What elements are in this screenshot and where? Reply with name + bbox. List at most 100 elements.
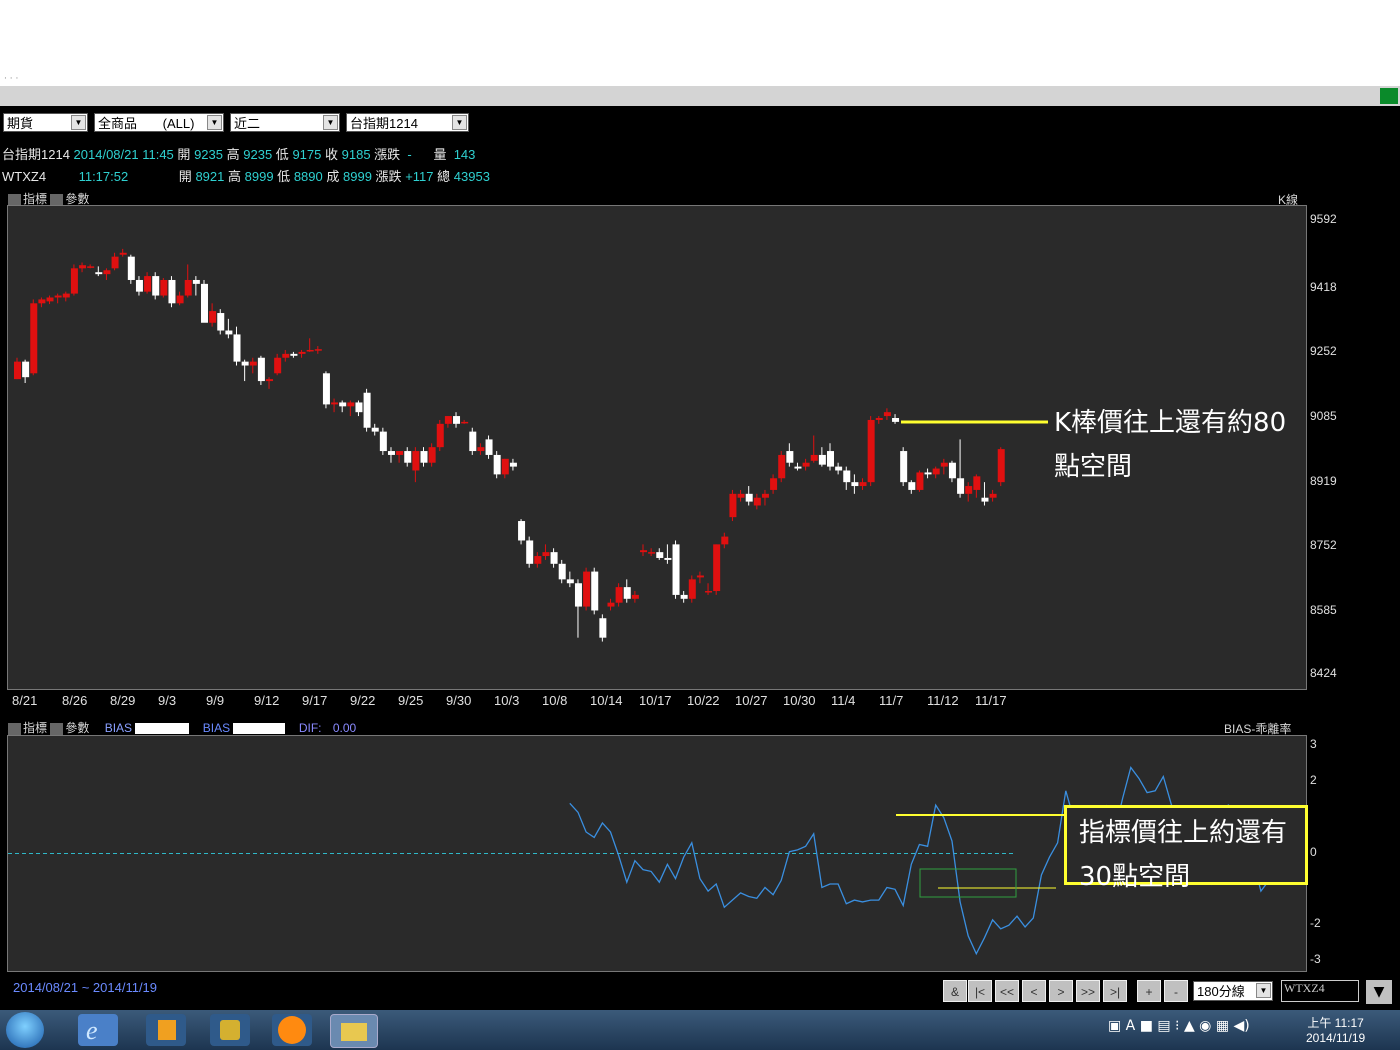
candle-body — [705, 591, 713, 593]
candle-body — [322, 373, 330, 405]
candle-body — [737, 493, 745, 498]
chevron-down-icon[interactable]: ▼ — [323, 115, 338, 130]
titlebar-dots: · · · — [4, 74, 19, 84]
chevron-down-icon[interactable]: ▼ — [71, 115, 86, 130]
quote-row-2: WTXZ4 11:17:52 開 8921 高 8999 低 8890 成 89… — [2, 169, 490, 184]
chevron-down-icon[interactable]: ▼ — [1256, 983, 1271, 998]
chevron-down-icon[interactable]: ▼ — [452, 115, 467, 130]
candle-body — [851, 482, 859, 487]
candle-body — [867, 419, 875, 483]
dif-value: 0.00 — [332, 721, 357, 735]
tray-icons[interactable]: ▣ A ■ ▤ ⁝ ▲ ◉ ▦ ◀) — [1108, 1018, 1250, 1034]
param-button[interactable]: 參數 — [65, 192, 89, 206]
x-tick-label: 11/4 — [831, 693, 856, 708]
indicator-button[interactable]: 指標 — [23, 192, 47, 206]
dropdown-arrow-button[interactable]: ▼ — [1366, 980, 1392, 1004]
clock[interactable]: 上午 11:17 2014/11/19 — [1306, 1014, 1365, 1045]
nav-button[interactable]: - — [1164, 980, 1188, 1002]
candle-body — [534, 556, 542, 564]
interval-select[interactable]: 180分線 ▼ — [1193, 981, 1273, 1001]
candle-body — [989, 493, 997, 498]
candle-body — [233, 334, 241, 362]
candle-body — [46, 297, 54, 302]
x-tick-label: 10/14 — [590, 693, 623, 708]
x-tick-label: 10/27 — [735, 693, 768, 708]
candle-body — [387, 451, 395, 455]
nav-button[interactable]: >| — [1103, 980, 1127, 1002]
nav-button[interactable]: << — [995, 980, 1019, 1002]
candle-body — [160, 279, 168, 296]
candle-body — [469, 431, 477, 452]
candle-body — [509, 462, 517, 467]
candle-body — [461, 421, 469, 424]
candle-body — [209, 311, 217, 323]
candle-body — [957, 478, 965, 494]
candle-body — [306, 349, 314, 352]
period-select[interactable]: 近二 ▼ — [230, 113, 340, 132]
x-tick-label: 9/17 — [302, 693, 328, 708]
nav-button[interactable]: |< — [968, 980, 992, 1002]
symbol-select[interactable]: 台指期1214 ▼ — [346, 113, 469, 132]
candle-body — [62, 293, 70, 298]
candle-body — [14, 361, 21, 380]
candle-body — [290, 353, 298, 356]
browser-icon[interactable] — [272, 1014, 312, 1046]
start-button-icon[interactable] — [6, 1012, 44, 1048]
param-button[interactable]: 參數 — [65, 721, 89, 735]
bias2-label: BIAS — [202, 721, 231, 735]
candle-body — [574, 583, 582, 607]
bias-annotation-line1: 指標價往上約還有 — [1079, 818, 1288, 848]
nav-button[interactable]: + — [1137, 980, 1161, 1002]
nav-button[interactable]: >> — [1076, 980, 1100, 1002]
candle-body — [444, 416, 452, 424]
candle-body — [152, 276, 160, 296]
indicator-button[interactable]: 指標 — [23, 721, 47, 735]
candle-body — [241, 361, 249, 366]
k-annotation-line2: 點空間 — [1054, 452, 1133, 482]
candle-body — [802, 462, 810, 467]
candle-body — [436, 423, 444, 448]
y-tick-label: 9592 — [1310, 211, 1337, 226]
candle-body — [54, 295, 62, 298]
candle-body — [591, 571, 599, 611]
bias-highlight-box — [919, 868, 1017, 898]
candle-body — [127, 256, 135, 280]
candle-body — [144, 276, 152, 292]
x-tick-label: 9/22 — [350, 693, 376, 708]
market-select[interactable]: 期貨 ▼ — [3, 113, 88, 132]
indicator-icon[interactable] — [8, 722, 21, 735]
candle-body — [753, 497, 761, 506]
bias2-swatch — [233, 723, 286, 735]
media-player-icon[interactable] — [146, 1014, 186, 1046]
product-select[interactable]: 全商品 (ALL) ▼ — [94, 113, 224, 132]
chevron-down-icon[interactable]: ▼ — [207, 115, 222, 130]
candle-body — [542, 552, 550, 557]
candle-body — [176, 295, 184, 304]
y-tick-label: 8919 — [1310, 473, 1337, 488]
candle-body — [30, 303, 38, 374]
app-icon[interactable] — [210, 1014, 250, 1046]
candle-body — [339, 402, 347, 407]
nav-button[interactable]: < — [1022, 980, 1046, 1002]
ie-icon[interactable]: e — [78, 1014, 118, 1046]
candle-body — [794, 466, 802, 469]
date-range: 2014/08/21 ~ 2014/11/19 — [13, 980, 158, 995]
nav-button[interactable]: & — [943, 980, 967, 1002]
candle-body — [485, 439, 493, 455]
candle-body — [908, 482, 916, 490]
grid-icon[interactable] — [1380, 88, 1398, 104]
y-tick-label: 2 — [1310, 772, 1317, 787]
x-tick-label: 10/17 — [639, 693, 672, 708]
candle-body — [192, 279, 200, 284]
param-icon[interactable] — [50, 722, 64, 735]
y-tick-label: -2 — [1310, 916, 1321, 931]
symbol-input[interactable]: WTXZ4 — [1281, 980, 1359, 1002]
x-tick-label: 10/22 — [687, 693, 720, 708]
candle-body — [843, 470, 851, 483]
candle-body — [168, 279, 176, 304]
candle-body — [648, 552, 656, 554]
window-menubar — [0, 86, 1400, 107]
explorer-icon[interactable] — [330, 1014, 378, 1048]
nav-button[interactable]: > — [1049, 980, 1073, 1002]
x-tick-label: 10/8 — [542, 693, 568, 708]
